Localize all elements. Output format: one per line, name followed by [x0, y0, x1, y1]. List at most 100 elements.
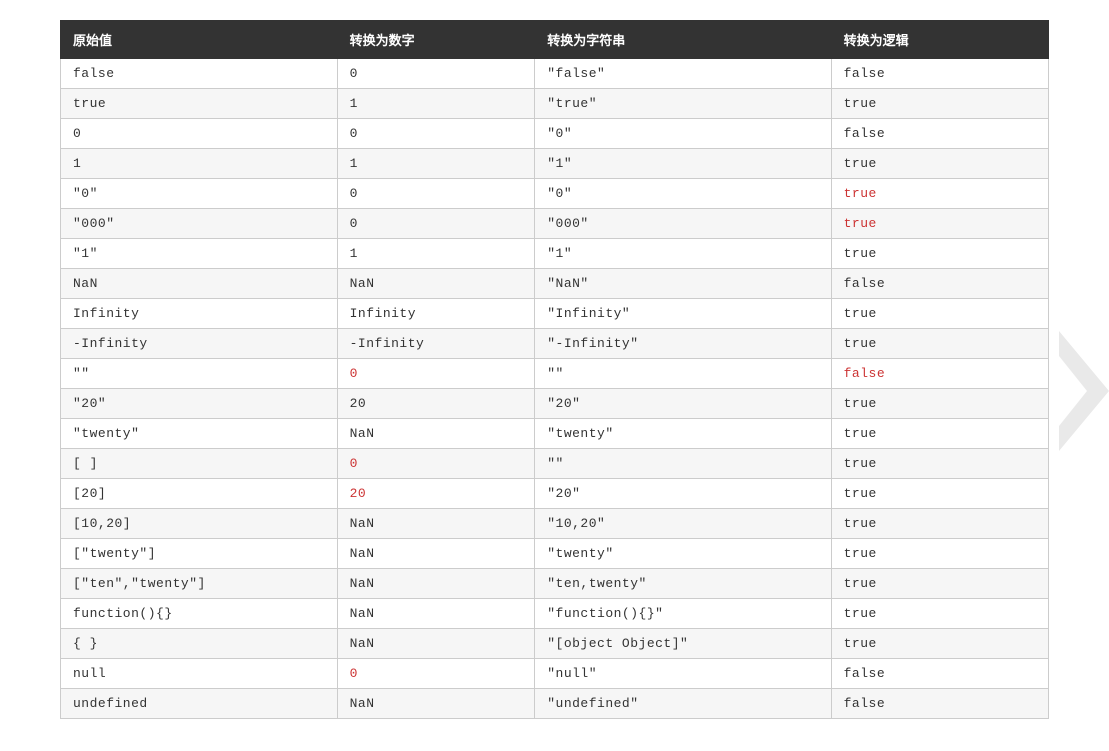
- table-cell: true: [831, 299, 1048, 329]
- table-cell: "20": [61, 389, 338, 419]
- table-cell: NaN: [61, 269, 338, 299]
- table-cell: "function(){}": [535, 599, 831, 629]
- table-row: ["twenty"]NaN"twenty"true: [61, 539, 1049, 569]
- table-cell: "": [535, 359, 831, 389]
- table-row: false0"false"false: [61, 59, 1049, 89]
- table-cell: "1": [535, 149, 831, 179]
- table-cell: 0: [337, 359, 535, 389]
- table-row: [20]20"20"true: [61, 479, 1049, 509]
- table-cell: "twenty": [61, 419, 338, 449]
- table-cell: "null": [535, 659, 831, 689]
- table-row: [10,20]NaN"10,20"true: [61, 509, 1049, 539]
- table-cell: "Infinity": [535, 299, 831, 329]
- table-cell: true: [831, 419, 1048, 449]
- header-to-boolean: 转换为逻辑: [831, 21, 1048, 59]
- table-cell: NaN: [337, 269, 535, 299]
- table-row: undefinedNaN"undefined"false: [61, 689, 1049, 719]
- table-cell: "undefined": [535, 689, 831, 719]
- table-cell: true: [831, 479, 1048, 509]
- table-row: "000"0"000"true: [61, 209, 1049, 239]
- header-to-number: 转换为数字: [337, 21, 535, 59]
- table-cell: "true": [535, 89, 831, 119]
- table-cell: ["ten","twenty"]: [61, 569, 338, 599]
- table-cell: true: [831, 179, 1048, 209]
- table-row: -Infinity-Infinity"-Infinity"true: [61, 329, 1049, 359]
- table-row: 00"0"false: [61, 119, 1049, 149]
- table-cell: NaN: [337, 509, 535, 539]
- table-cell: true: [831, 89, 1048, 119]
- conversion-table: 原始值 转换为数字 转换为字符串 转换为逻辑 false0"false"fals…: [60, 20, 1049, 719]
- table-cell: "twenty": [535, 419, 831, 449]
- table-cell: undefined: [61, 689, 338, 719]
- table-cell: NaN: [337, 689, 535, 719]
- table-cell: 0: [337, 179, 535, 209]
- table-cell: true: [831, 149, 1048, 179]
- table-cell: [10,20]: [61, 509, 338, 539]
- table-row: InfinityInfinity"Infinity"true: [61, 299, 1049, 329]
- table-cell: "10,20": [535, 509, 831, 539]
- table-body: false0"false"falsetrue1"true"true00"0"fa…: [61, 59, 1049, 719]
- table-cell: 0: [337, 209, 535, 239]
- table-cell: false: [831, 659, 1048, 689]
- table-cell: true: [831, 599, 1048, 629]
- table-cell: 20: [337, 389, 535, 419]
- table-cell: false: [61, 59, 338, 89]
- table-cell: "20": [535, 479, 831, 509]
- table-cell: false: [831, 119, 1048, 149]
- header-original-value: 原始值: [61, 21, 338, 59]
- table-cell: false: [831, 59, 1048, 89]
- table-cell: "": [535, 449, 831, 479]
- table-cell: true: [831, 239, 1048, 269]
- next-page-arrow-icon[interactable]: [1059, 331, 1109, 451]
- table-cell: 0: [61, 119, 338, 149]
- table-cell: "twenty": [535, 539, 831, 569]
- table-cell: [ ]: [61, 449, 338, 479]
- table-cell: 20: [337, 479, 535, 509]
- table-cell: true: [831, 389, 1048, 419]
- table-row: "twenty"NaN"twenty"true: [61, 419, 1049, 449]
- table-cell: Infinity: [61, 299, 338, 329]
- table-cell: "1": [535, 239, 831, 269]
- table-cell: "1": [61, 239, 338, 269]
- table-row: true1"true"true: [61, 89, 1049, 119]
- table-cell: "20": [535, 389, 831, 419]
- table-cell: -Infinity: [337, 329, 535, 359]
- table-cell: true: [831, 209, 1048, 239]
- table-cell: true: [831, 329, 1048, 359]
- table-cell: true: [831, 539, 1048, 569]
- table-cell: NaN: [337, 569, 535, 599]
- table-cell: "0": [535, 119, 831, 149]
- table-row: [ ]0""true: [61, 449, 1049, 479]
- table-cell: true: [831, 449, 1048, 479]
- table-row: "20"20"20"true: [61, 389, 1049, 419]
- table-row: 11"1"true: [61, 149, 1049, 179]
- table-cell: NaN: [337, 629, 535, 659]
- table-row: NaNNaN"NaN"false: [61, 269, 1049, 299]
- table-cell: 0: [337, 119, 535, 149]
- table-cell: [20]: [61, 479, 338, 509]
- table-cell: true: [61, 89, 338, 119]
- table-cell: "-Infinity": [535, 329, 831, 359]
- table-cell: 0: [337, 59, 535, 89]
- table-cell: 1: [337, 149, 535, 179]
- header-to-string: 转换为字符串: [535, 21, 831, 59]
- table-row: "1"1"1"true: [61, 239, 1049, 269]
- table-cell: true: [831, 629, 1048, 659]
- table-row: ""0""false: [61, 359, 1049, 389]
- table-cell: NaN: [337, 419, 535, 449]
- page-container: 原始值 转换为数字 转换为字符串 转换为逻辑 false0"false"fals…: [0, 0, 1109, 751]
- table-row: null0"null"false: [61, 659, 1049, 689]
- table-cell: NaN: [337, 599, 535, 629]
- table-cell: null: [61, 659, 338, 689]
- table-cell: ["twenty"]: [61, 539, 338, 569]
- table-cell: false: [831, 359, 1048, 389]
- table-row: "0"0"0"true: [61, 179, 1049, 209]
- table-cell: "NaN": [535, 269, 831, 299]
- table-cell: NaN: [337, 539, 535, 569]
- table-cell: function(){}: [61, 599, 338, 629]
- table-row: ["ten","twenty"]NaN"ten,twenty"true: [61, 569, 1049, 599]
- table-cell: { }: [61, 629, 338, 659]
- table-cell: "false": [535, 59, 831, 89]
- table-cell: "0": [535, 179, 831, 209]
- table-cell: "[object Object]": [535, 629, 831, 659]
